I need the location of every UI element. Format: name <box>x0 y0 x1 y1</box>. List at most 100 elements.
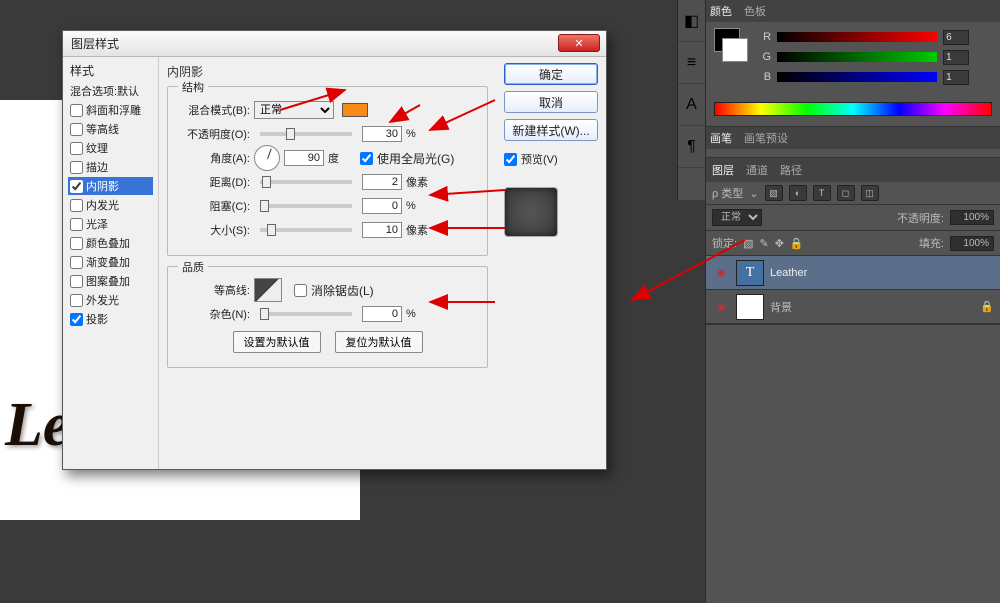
tool-slot-4[interactable]: ¶ <box>678 126 705 168</box>
choke-slider[interactable] <box>260 204 352 208</box>
layer-item[interactable]: ◉ 背景 🔒 <box>706 290 1000 324</box>
tab-layers[interactable]: 图层 <box>712 162 734 178</box>
antialias-checkbox[interactable] <box>294 284 307 297</box>
visibility-toggle-icon[interactable]: ◉ <box>712 300 730 313</box>
sidebar-style-item[interactable]: 投影 <box>68 310 153 328</box>
tab-swatches[interactable]: 色板 <box>744 3 766 19</box>
sidebar-blend-default[interactable]: 混合选项:默认 <box>68 83 153 99</box>
sidebar-style-checkbox[interactable] <box>70 104 83 117</box>
angle-value[interactable]: 90 <box>284 150 324 166</box>
blend-mode-select[interactable]: 正常 <box>254 101 334 119</box>
noise-slider[interactable] <box>260 312 352 316</box>
reset-default-button[interactable]: 复位为默认值 <box>335 331 423 353</box>
sidebar-style-item[interactable]: 内发光 <box>68 196 153 214</box>
layer-name[interactable]: Leather <box>770 267 994 279</box>
tab-paths[interactable]: 路径 <box>780 162 802 178</box>
opacity-value[interactable]: 100% <box>950 210 994 225</box>
ok-button[interactable]: 确定 <box>504 63 598 85</box>
g-value[interactable]: 1 <box>943 50 969 65</box>
effect-title: 内阴影 <box>167 63 488 80</box>
opacity-slider[interactable] <box>260 132 352 136</box>
sidebar-style-item[interactable]: 内阴影 <box>68 177 153 195</box>
sidebar-style-item[interactable]: 颜色叠加 <box>68 234 153 252</box>
chevron-down-icon[interactable]: ⌄ <box>749 187 758 200</box>
tool-slot-1[interactable]: ◧ <box>678 0 705 42</box>
noise-value[interactable]: 0 <box>362 306 402 322</box>
make-default-button[interactable]: 设置为默认值 <box>233 331 321 353</box>
filter-adjust-icon[interactable]: ◐ <box>789 185 807 201</box>
close-button[interactable]: ✕ <box>558 34 600 52</box>
layer-thumbnail[interactable] <box>736 294 764 320</box>
tool-slot-3[interactable]: A <box>678 84 705 126</box>
canvas-sample-text: Le <box>5 390 70 461</box>
angle-dial[interactable] <box>254 145 280 171</box>
distance-slider[interactable] <box>260 180 352 184</box>
sidebar-style-checkbox[interactable] <box>70 199 83 212</box>
tab-brush-presets[interactable]: 画笔预设 <box>744 130 788 146</box>
distance-value[interactable]: 2 <box>362 174 402 190</box>
opacity-label: 不透明度: <box>897 210 944 226</box>
filter-type-icon[interactable]: T <box>813 185 831 201</box>
tab-brush[interactable]: 画笔 <box>710 130 732 146</box>
opacity-value[interactable]: 30 <box>362 126 402 142</box>
new-style-button[interactable]: 新建样式(W)... <box>504 119 598 141</box>
sidebar-style-item[interactable]: 描边 <box>68 158 153 176</box>
sidebar-style-checkbox[interactable] <box>70 142 83 155</box>
sidebar-style-checkbox[interactable] <box>70 161 83 174</box>
sidebar-style-checkbox[interactable] <box>70 313 83 326</box>
sidebar-style-checkbox[interactable] <box>70 294 83 307</box>
sidebar-style-item[interactable]: 外发光 <box>68 291 153 309</box>
sidebar-style-item[interactable]: 斜面和浮雕 <box>68 101 153 119</box>
sidebar-style-item[interactable]: 光泽 <box>68 215 153 233</box>
sidebar-style-checkbox[interactable] <box>70 218 83 231</box>
size-value[interactable]: 10 <box>362 222 402 238</box>
r-value[interactable]: 6 <box>943 30 969 45</box>
sidebar-style-checkbox[interactable] <box>70 123 83 136</box>
dialog-title: 图层样式 <box>71 35 119 52</box>
lock-paint-icon[interactable]: ✎ <box>759 237 768 250</box>
lock-all-icon[interactable]: 🔒 <box>790 237 804 250</box>
sidebar-style-label: 渐变叠加 <box>86 254 130 270</box>
sidebar-style-item[interactable]: 渐变叠加 <box>68 253 153 271</box>
right-toolstrip: ◧ ≡ A ¶ <box>677 0 705 200</box>
dialog-titlebar[interactable]: 图层样式 ✕ <box>63 31 606 57</box>
angle-label: 角度(A): <box>178 150 250 166</box>
tab-color[interactable]: 颜色 <box>710 3 732 19</box>
b-label: B <box>759 71 771 83</box>
b-slider[interactable] <box>777 72 937 82</box>
cancel-button[interactable]: 取消 <box>504 91 598 113</box>
lock-trans-icon[interactable]: ▧ <box>743 237 753 250</box>
visibility-toggle-icon[interactable]: ◉ <box>712 266 730 279</box>
fill-value[interactable]: 100% <box>950 236 994 251</box>
hue-strip[interactable] <box>714 102 992 116</box>
layer-item[interactable]: ◉ T Leather <box>706 256 1000 290</box>
layer-blend-mode[interactable]: 正常 <box>712 209 762 226</box>
filter-smart-icon[interactable]: ◫ <box>861 185 879 201</box>
global-light-checkbox[interactable] <box>360 152 373 165</box>
fg-bg-swatches[interactable] <box>714 28 748 62</box>
sidebar-style-checkbox[interactable] <box>70 275 83 288</box>
r-slider[interactable] <box>777 32 937 42</box>
sidebar-style-checkbox[interactable] <box>70 237 83 250</box>
lock-pos-icon[interactable]: ✥ <box>775 237 784 250</box>
filter-pixel-icon[interactable]: ▧ <box>765 185 783 201</box>
sidebar-style-item[interactable]: 图案叠加 <box>68 272 153 290</box>
sidebar-style-item[interactable]: 纹理 <box>68 139 153 157</box>
sidebar-style-checkbox[interactable] <box>70 256 83 269</box>
layer-thumbnail[interactable]: T <box>736 260 764 286</box>
filter-shape-icon[interactable]: ◻ <box>837 185 855 201</box>
layer-name[interactable]: 背景 <box>770 299 974 315</box>
tool-slot-2[interactable]: ≡ <box>678 42 705 84</box>
choke-value[interactable]: 0 <box>362 198 402 214</box>
tab-channels[interactable]: 通道 <box>746 162 768 178</box>
contour-swatch[interactable] <box>254 278 282 302</box>
quality-group: 品质 等高线: 消除锯齿(L) 杂色(N): 0 % 设置为默认值 复位为默认值 <box>167 266 488 368</box>
size-slider[interactable] <box>260 228 352 232</box>
sidebar-style-checkbox[interactable] <box>70 180 83 193</box>
preview-checkbox[interactable] <box>504 153 517 166</box>
sidebar-style-item[interactable]: 等高线 <box>68 120 153 138</box>
preview-checkbox-row[interactable]: 预览(V) <box>504 151 598 167</box>
shadow-color-swatch[interactable] <box>342 103 368 117</box>
g-slider[interactable] <box>777 52 937 62</box>
b-value[interactable]: 1 <box>943 70 969 85</box>
